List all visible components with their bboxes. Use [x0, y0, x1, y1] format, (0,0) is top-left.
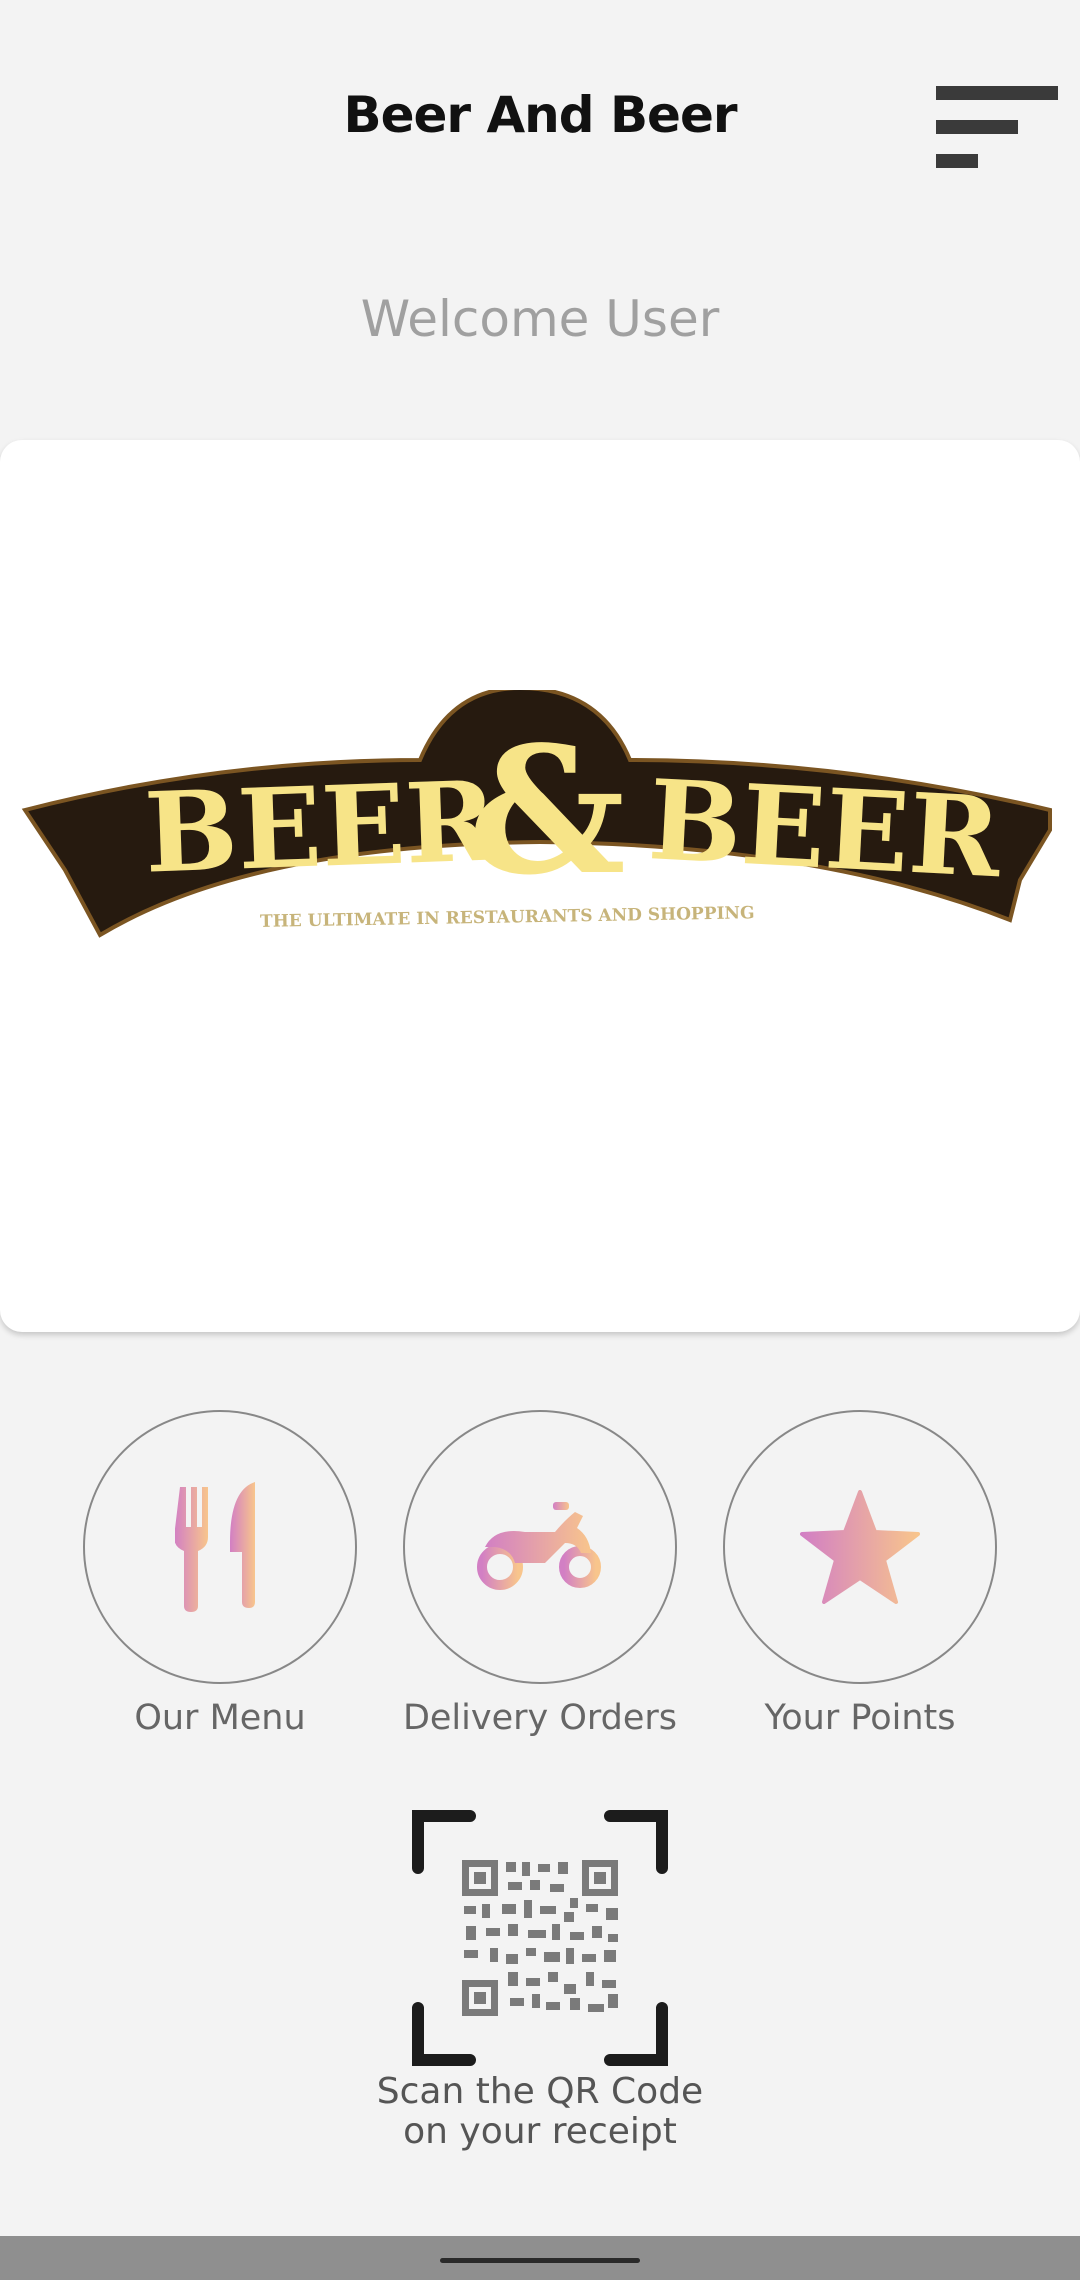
brand-logo: BEER & BEER THE ULTIMATE IN RESTAURANTS … [21, 690, 1052, 938]
our-menu-label: Our Menu [134, 1698, 306, 1738]
logo-ampersand: & [468, 709, 626, 914]
qr-scan-button[interactable] [410, 1808, 670, 2068]
fork-knife-icon [175, 1482, 255, 1612]
logo-tagline: THE ULTIMATE IN RESTAURANTS AND SHOPPING [260, 903, 755, 932]
qr-caption-line2: on your receipt [403, 2111, 677, 2152]
motorcycle-icon [477, 1502, 601, 1590]
your-points-button[interactable]: Your Points [700, 1410, 1020, 1738]
delivery-orders-button[interactable]: Delivery Orders [380, 1410, 700, 1738]
system-navigation-bar [0, 2236, 1080, 2280]
app-title: Beer And Beer [343, 86, 737, 144]
app-header: Beer And Beer [0, 0, 1080, 240]
delivery-orders-label: Delivery Orders [402, 1698, 678, 1738]
qr-code-scan-icon [412, 1810, 668, 2066]
welcome-text: Welcome User [360, 290, 720, 348]
action-row: Our Menu Delivery Orders Your Points [0, 1410, 1080, 1750]
logo-word-left: BEER [142, 756, 500, 897]
your-points-label: Your Points [764, 1698, 956, 1738]
home-indicator[interactable] [440, 2258, 640, 2263]
our-menu-button[interactable]: Our Menu [60, 1410, 380, 1738]
logo-word-right: BEER [645, 755, 1005, 902]
menu-button[interactable] [930, 80, 1062, 176]
qr-caption: Scan the QR Code on your receipt [0, 2072, 1080, 2152]
star-icon [800, 1490, 920, 1604]
logo-card: BEER & BEER THE ULTIMATE IN RESTAURANTS … [0, 440, 1080, 1332]
qr-caption-line1: Scan the QR Code [376, 2071, 704, 2112]
